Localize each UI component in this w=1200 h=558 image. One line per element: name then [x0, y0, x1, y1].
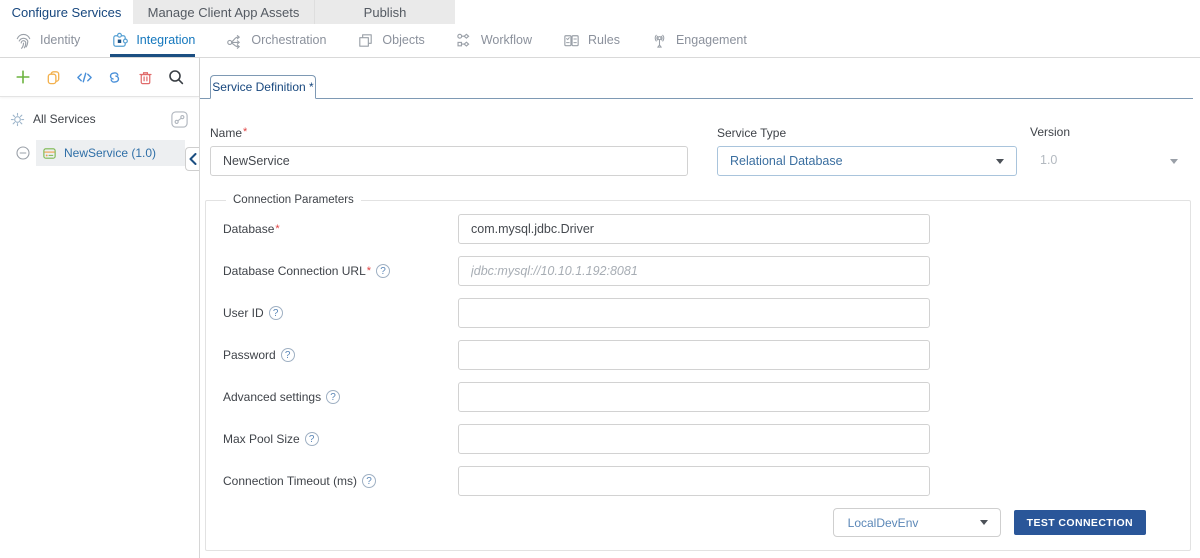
- all-services-label: All Services: [33, 112, 96, 126]
- primary-tab-bar: Configure Services Manage Client App Ass…: [0, 0, 1200, 24]
- form-row-connection-timeout: Connection Timeout (ms) ?: [223, 466, 1190, 496]
- subnav-tab-integration[interactable]: Integration: [110, 24, 195, 57]
- services-sidebar: All Services NewService (1.0): [0, 58, 200, 558]
- form-row-advanced-settings: Advanced settings ?: [223, 382, 1190, 412]
- subnav-tab-objects[interactable]: Objects: [356, 24, 424, 57]
- version-label: Version: [1030, 125, 1070, 139]
- help-icon[interactable]: ?: [269, 306, 283, 320]
- sidebar-toolbar: [0, 58, 199, 97]
- help-icon[interactable]: ?: [326, 390, 340, 404]
- subnav-label: Objects: [382, 33, 424, 47]
- search-icon[interactable]: [166, 67, 186, 87]
- chevron-down-icon: [996, 159, 1004, 164]
- tab-configure-services[interactable]: Configure Services: [0, 0, 133, 24]
- chevron-down-icon: [980, 520, 988, 525]
- subnav-label: Rules: [588, 33, 620, 47]
- subnav-label: Workflow: [481, 33, 532, 47]
- environment-value: LocalDevEnv: [848, 516, 919, 530]
- branch-icon: [225, 31, 244, 50]
- password-input[interactable]: [458, 340, 930, 370]
- test-connection-button[interactable]: TEST CONNECTION: [1014, 510, 1146, 535]
- collapse-minus-icon[interactable]: [16, 146, 30, 160]
- chevron-down-icon: [1170, 159, 1178, 164]
- gear-icon: [10, 112, 25, 127]
- help-icon[interactable]: ?: [305, 432, 319, 446]
- name-label: Name*: [210, 126, 247, 140]
- workflow-nodes-icon: [455, 31, 474, 50]
- service-type-label: Service Type: [717, 126, 786, 140]
- delete-service-button[interactable]: [135, 67, 155, 87]
- form-row-database: Database*: [223, 214, 1190, 244]
- tab-publish[interactable]: Publish: [315, 0, 455, 24]
- copy-service-button[interactable]: [44, 67, 64, 87]
- tree-item-label: NewService (1.0): [64, 146, 156, 160]
- subnav-label: Engagement: [676, 33, 747, 47]
- connection-url-input[interactable]: [458, 256, 930, 286]
- service-type-nav: Identity Integration Orchestration: [0, 24, 1200, 58]
- user-id-input[interactable]: [458, 298, 930, 328]
- broadcast-antenna-icon: [650, 31, 669, 50]
- subnav-tab-orchestration[interactable]: Orchestration: [225, 24, 326, 57]
- tab-underline: [200, 98, 1193, 99]
- subnav-tab-identity[interactable]: Identity: [14, 24, 80, 57]
- subnav-tab-engagement[interactable]: Engagement: [650, 24, 747, 57]
- version-dropdown: 1.0: [1040, 153, 1057, 167]
- advanced-settings-label: Advanced settings ?: [223, 390, 458, 404]
- chevron-left-icon: [189, 153, 197, 165]
- service-item-icon: [42, 146, 57, 161]
- database-input[interactable]: [458, 214, 930, 244]
- name-input[interactable]: [210, 146, 688, 176]
- service-type-dropdown[interactable]: Relational Database: [717, 146, 1017, 176]
- max-pool-size-label: Max Pool Size ?: [223, 432, 458, 446]
- environment-dropdown[interactable]: LocalDevEnv: [833, 508, 1001, 537]
- subnav-tab-rules[interactable]: Rules: [562, 24, 620, 57]
- subnav-label: Integration: [136, 33, 195, 47]
- connection-parameters-section: Connection Parameters Database* Database…: [205, 194, 1191, 551]
- test-connection-bar: LocalDevEnv TEST CONNECTION: [833, 508, 1146, 537]
- password-label: Password ?: [223, 348, 458, 362]
- service-type-value: Relational Database: [730, 154, 843, 168]
- all-services-root[interactable]: All Services: [0, 107, 199, 131]
- puzzle-icon: [110, 31, 129, 50]
- service-editor: Service Definition * Name* Service Type …: [200, 58, 1200, 558]
- tab-service-definition[interactable]: Service Definition *: [210, 75, 316, 99]
- tree-item-newservice[interactable]: NewService (1.0): [36, 140, 185, 166]
- connection-timeout-label: Connection Timeout (ms) ?: [223, 474, 458, 488]
- subnav-label: Identity: [40, 33, 80, 47]
- subnav-tab-workflow[interactable]: Workflow: [455, 24, 532, 57]
- form-row-user-id: User ID ?: [223, 298, 1190, 328]
- add-service-button[interactable]: [13, 67, 33, 87]
- form-row-connection-url: Database Connection URL* ?: [223, 256, 1190, 286]
- service-tree-row: NewService (1.0): [0, 140, 199, 166]
- open-book-icon: [562, 31, 581, 50]
- code-button[interactable]: [74, 67, 94, 87]
- link-button[interactable]: [105, 67, 125, 87]
- help-icon[interactable]: ?: [376, 264, 390, 278]
- sidebar-collapse-handle[interactable]: [185, 147, 199, 171]
- advanced-settings-input[interactable]: [458, 382, 930, 412]
- tab-manage-client-app-assets[interactable]: Manage Client App Assets: [133, 0, 315, 24]
- max-pool-size-input[interactable]: [458, 424, 930, 454]
- fingerprint-icon: [14, 31, 33, 50]
- user-id-label: User ID ?: [223, 306, 458, 320]
- help-icon[interactable]: ?: [281, 348, 295, 362]
- connection-parameters-legend: Connection Parameters: [226, 194, 361, 206]
- overlapping-squares-icon: [356, 31, 375, 50]
- subnav-label: Orchestration: [251, 33, 326, 47]
- connection-url-label: Database Connection URL* ?: [223, 264, 458, 278]
- database-label: Database*: [223, 222, 458, 236]
- service-map-icon[interactable]: [170, 110, 189, 129]
- connection-timeout-input[interactable]: [458, 466, 930, 496]
- form-row-max-pool-size: Max Pool Size ?: [223, 424, 1190, 454]
- form-row-password: Password ?: [223, 340, 1190, 370]
- help-icon[interactable]: ?: [362, 474, 376, 488]
